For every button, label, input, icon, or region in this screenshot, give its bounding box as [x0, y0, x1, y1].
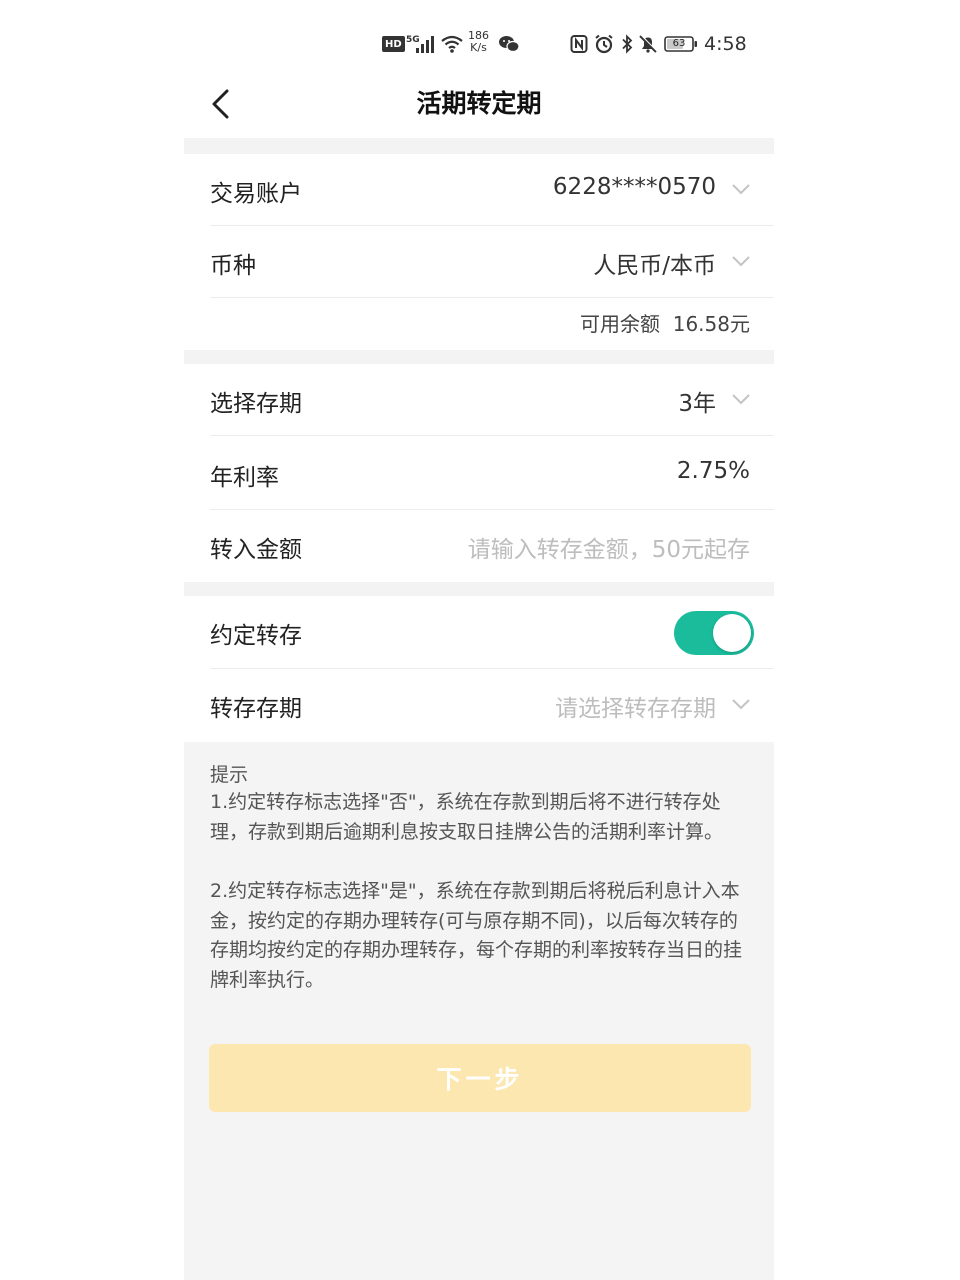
mute-bell-icon — [639, 34, 658, 53]
currency-row[interactable]: 币种 人民币/本币 — [184, 226, 774, 298]
balance-value: 16.58元 — [672, 312, 750, 336]
back-arrow-icon[interactable] — [204, 86, 240, 122]
status-bar: HD 5G 186 K/s 63 4:58 — [380, 28, 750, 60]
auto-renew-label: 约定转存 — [210, 623, 302, 649]
chevron-down-icon — [732, 184, 750, 195]
rate-label: 年利率 — [210, 465, 279, 491]
available-balance: 可用余额 16.58元 — [580, 308, 750, 337]
auto-renew-row: 约定转存 — [184, 596, 774, 668]
battery-icon: 63 — [664, 36, 698, 52]
nav-header: 活期转定期 — [184, 72, 774, 136]
amount-label: 转入金额 — [210, 537, 302, 563]
amount-row: 转入金额 请输入转存金额，50元起存 — [184, 510, 774, 582]
renew-term-label: 转存存期 — [210, 696, 302, 722]
wechat-icon — [499, 36, 520, 53]
amount-input[interactable]: 请输入转存金额，50元起存 — [468, 530, 750, 564]
chevron-down-icon — [732, 394, 750, 405]
term-value: 3年 — [678, 391, 716, 417]
toggle-knob — [713, 614, 751, 652]
tips-panel: 提示 1.约定转存标志选择"否"，系统在存款到期后将不进行转存处理，存款到期后逾… — [184, 742, 774, 1280]
auto-renew-toggle[interactable] — [674, 611, 754, 655]
rate-row: 年利率 2.75% — [184, 436, 774, 510]
account-section: 交易账户 6228****0570 币种 人民币/本币 可用余额 16.58元 — [184, 154, 774, 350]
network-speed-unit: K/s — [470, 41, 487, 54]
deposit-section: 选择存期 3年 年利率 2.75% 转入金额 请输入转存金额，50元起存 — [184, 364, 774, 582]
chevron-down-icon — [732, 256, 750, 267]
currency-label: 币种 — [210, 253, 256, 279]
hd-voice-icon: HD — [382, 36, 405, 52]
renew-term-row[interactable]: 转存存期 请选择转存存期 — [184, 669, 774, 742]
cell-signal-icon — [416, 36, 434, 53]
network-speed: 186 K/s — [468, 30, 489, 62]
chevron-down-icon — [732, 699, 750, 710]
clock: 4:58 — [704, 33, 747, 55]
wifi-icon — [441, 35, 463, 53]
nfc-icon — [570, 35, 588, 53]
section-divider — [184, 350, 774, 364]
tips-title: 提示 — [210, 764, 249, 786]
alarm-icon — [595, 34, 613, 54]
renew-section: 约定转存 转存存期 请选择转存存期 — [184, 596, 774, 742]
next-step-button[interactable]: 下一步 — [209, 1044, 751, 1112]
rate-value: 2.75% — [676, 458, 750, 484]
account-value: 6228****0570 — [552, 174, 716, 200]
section-divider — [184, 138, 774, 154]
term-label: 选择存期 — [210, 391, 302, 417]
account-row[interactable]: 交易账户 6228****0570 — [184, 154, 774, 226]
tips-paragraph-2: 2.约定转存标志选择"是"，系统在存款到期后将税后利息计入本金，按约定的存期办理… — [210, 880, 743, 991]
section-divider — [184, 582, 774, 596]
term-row[interactable]: 选择存期 3年 — [184, 364, 774, 436]
bluetooth-icon — [622, 34, 633, 54]
renew-term-select: 请选择转存存期 — [555, 696, 716, 722]
balance-row: 可用余额 16.58元 — [184, 298, 774, 350]
account-label: 交易账户 — [210, 181, 302, 207]
tips-paragraph-1: 1.约定转存标志选择"否"，系统在存款到期后将不进行转存处理，存款到期后逾期利息… — [210, 791, 724, 843]
currency-value: 人民币/本币 — [593, 253, 716, 279]
page-title: 活期转定期 — [416, 89, 542, 118]
balance-label: 可用余额 — [580, 312, 661, 336]
battery-level: 63 — [672, 38, 686, 49]
